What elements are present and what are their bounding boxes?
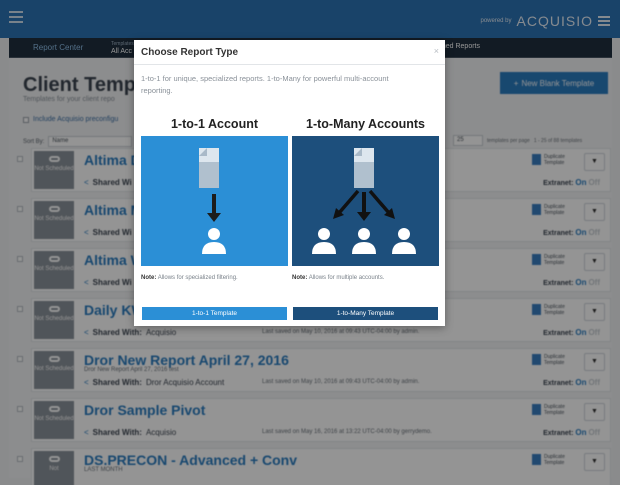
dialog-header: Choose Report Type ×	[134, 40, 445, 65]
note-label: Note:	[141, 275, 157, 281]
one-to-one-title: 1-to-1 Account	[170, 117, 259, 131]
close-icon[interactable]: ×	[434, 46, 439, 56]
dialog-title: Choose Report Type	[141, 47, 239, 58]
one-to-many-illustration	[292, 136, 439, 266]
document-icon	[354, 148, 374, 188]
one-to-one-illustration	[141, 136, 288, 266]
dialog-description: 1-to-1 for unique, specialized reports. …	[141, 74, 389, 95]
one-to-one-template-button[interactable]: 1-to-1 Template	[142, 307, 287, 320]
note-text: Allows for multiple accounts.	[308, 275, 385, 281]
one-to-many-template-button[interactable]: 1-to-Many Template	[293, 307, 438, 320]
one-to-one-note: Note: Allows for specialized filtering.	[141, 275, 238, 281]
note-label: Note:	[292, 275, 308, 281]
note-text: Allows for specialized filtering.	[157, 275, 238, 281]
one-to-one-panel[interactable]	[141, 136, 288, 266]
one-to-many-panel[interactable]	[292, 136, 439, 266]
app: powered by ACQUISIO Report Center Templa…	[0, 0, 620, 485]
choose-report-type-dialog: Choose Report Type × 1-to-1 for unique, …	[134, 40, 445, 326]
one-to-many-title: 1-to-Many Accounts	[306, 117, 425, 131]
one-to-many-note: Note: Allows for multiple accounts.	[292, 275, 384, 281]
document-icon	[199, 148, 219, 188]
